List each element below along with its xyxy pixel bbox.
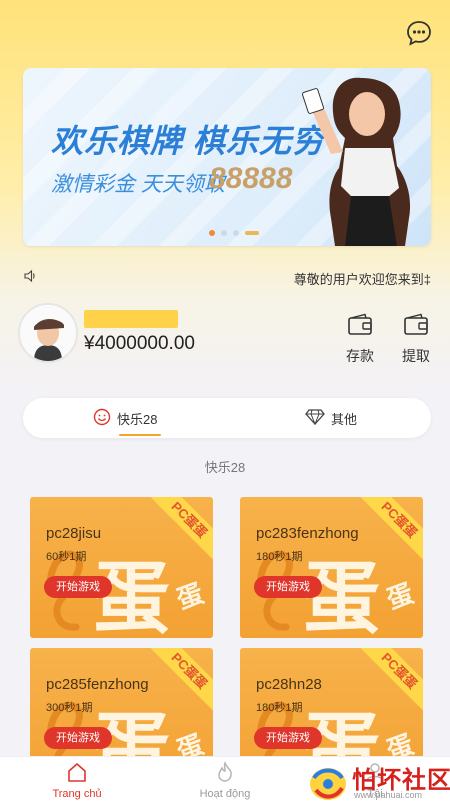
start-game-button[interactable]: 开始游戏 xyxy=(44,576,112,598)
wallet-icon xyxy=(346,313,374,341)
banner-figure-illustration xyxy=(302,77,411,246)
section-title: 快乐28 xyxy=(204,460,246,475)
game-name: pc28jisu xyxy=(46,525,102,542)
game-period: 60秒1期 xyxy=(46,551,87,563)
wallet-icon xyxy=(402,313,430,341)
watermark: 怕坏社区 www.pahuai.com xyxy=(304,758,450,808)
notice-bar[interactable]: 尊敬的用户欢迎您来到‡ xyxy=(23,266,431,288)
banner-title: 欢乐棋牌 棋乐无穷 xyxy=(51,123,325,159)
banner-number: 88888 xyxy=(209,162,293,195)
game-period: 180秒1期 xyxy=(256,551,303,563)
nav-activity[interactable]: Hoạt động xyxy=(180,761,270,800)
tab-kuaile28[interactable]: 快乐28 xyxy=(93,398,157,438)
game-card[interactable]: 蛋 蛋 PC蛋蛋 pc283fenzhong 180秒1期 开始游戏 xyxy=(240,497,423,638)
balance: ¥4000000.00 xyxy=(84,333,195,354)
active-tab-indicator xyxy=(119,434,161,436)
watermark-logo-icon xyxy=(310,768,346,800)
tab-label: 其他 xyxy=(331,411,358,427)
game-card[interactable]: 蛋 蛋 PC蛋蛋 pc28jisu 60秒1期 开始游戏 xyxy=(30,497,213,638)
game-tabs: 快乐28 其他 xyxy=(23,398,431,438)
game-period: 300秒1期 xyxy=(46,702,93,714)
home-icon xyxy=(66,763,88,786)
nav-label: Hoạt động xyxy=(199,788,251,800)
deposit-label: 存款 xyxy=(346,348,374,364)
pagination-dot[interactable] xyxy=(221,230,227,236)
diamond-icon xyxy=(305,408,325,428)
withdraw-label: 提取 xyxy=(402,348,430,364)
start-game-button[interactable]: 开始游戏 xyxy=(254,727,322,749)
game-name: pc283fenzhong xyxy=(256,525,359,542)
notice-text: 尊敬的用户欢迎您来到‡ xyxy=(293,272,431,287)
game-name: pc285fenzhong xyxy=(46,676,149,693)
game-name: pc28hn28 xyxy=(256,676,322,693)
banner-pagination[interactable] xyxy=(209,230,259,236)
withdraw-button[interactable]: 提取 xyxy=(396,313,436,366)
username-redacted xyxy=(84,310,178,328)
watermark-url: www.pahuai.com xyxy=(354,790,423,800)
flame-icon xyxy=(214,761,236,786)
start-game-button[interactable]: 开始游戏 xyxy=(44,727,112,749)
nav-home[interactable]: Trang chủ xyxy=(32,761,122,800)
game-period: 180秒1期 xyxy=(256,702,303,714)
pagination-dot[interactable] xyxy=(233,230,239,236)
tab-other[interactable]: 其他 xyxy=(305,398,357,438)
promo-banner[interactable]: 欢乐棋牌 棋乐无穷 激情彩金 天天领取 88888 xyxy=(23,68,431,246)
card-mark-glyph-small: 蛋 xyxy=(383,579,418,616)
card-mark-glyph-small: 蛋 xyxy=(173,579,208,616)
smile-icon xyxy=(93,408,111,429)
deposit-button[interactable]: 存款 xyxy=(340,313,380,366)
pagination-dot[interactable] xyxy=(209,230,215,236)
avatar[interactable] xyxy=(18,303,78,363)
speaker-icon xyxy=(23,269,37,288)
nav-label: Trang chủ xyxy=(52,788,102,800)
chat-icon[interactable] xyxy=(406,20,432,46)
pagination-dot[interactable] xyxy=(245,231,259,235)
start-game-button[interactable]: 开始游戏 xyxy=(254,576,322,598)
banner-subtitle: 激情彩金 天天领取 xyxy=(51,173,225,196)
tab-label: 快乐28 xyxy=(117,411,158,427)
